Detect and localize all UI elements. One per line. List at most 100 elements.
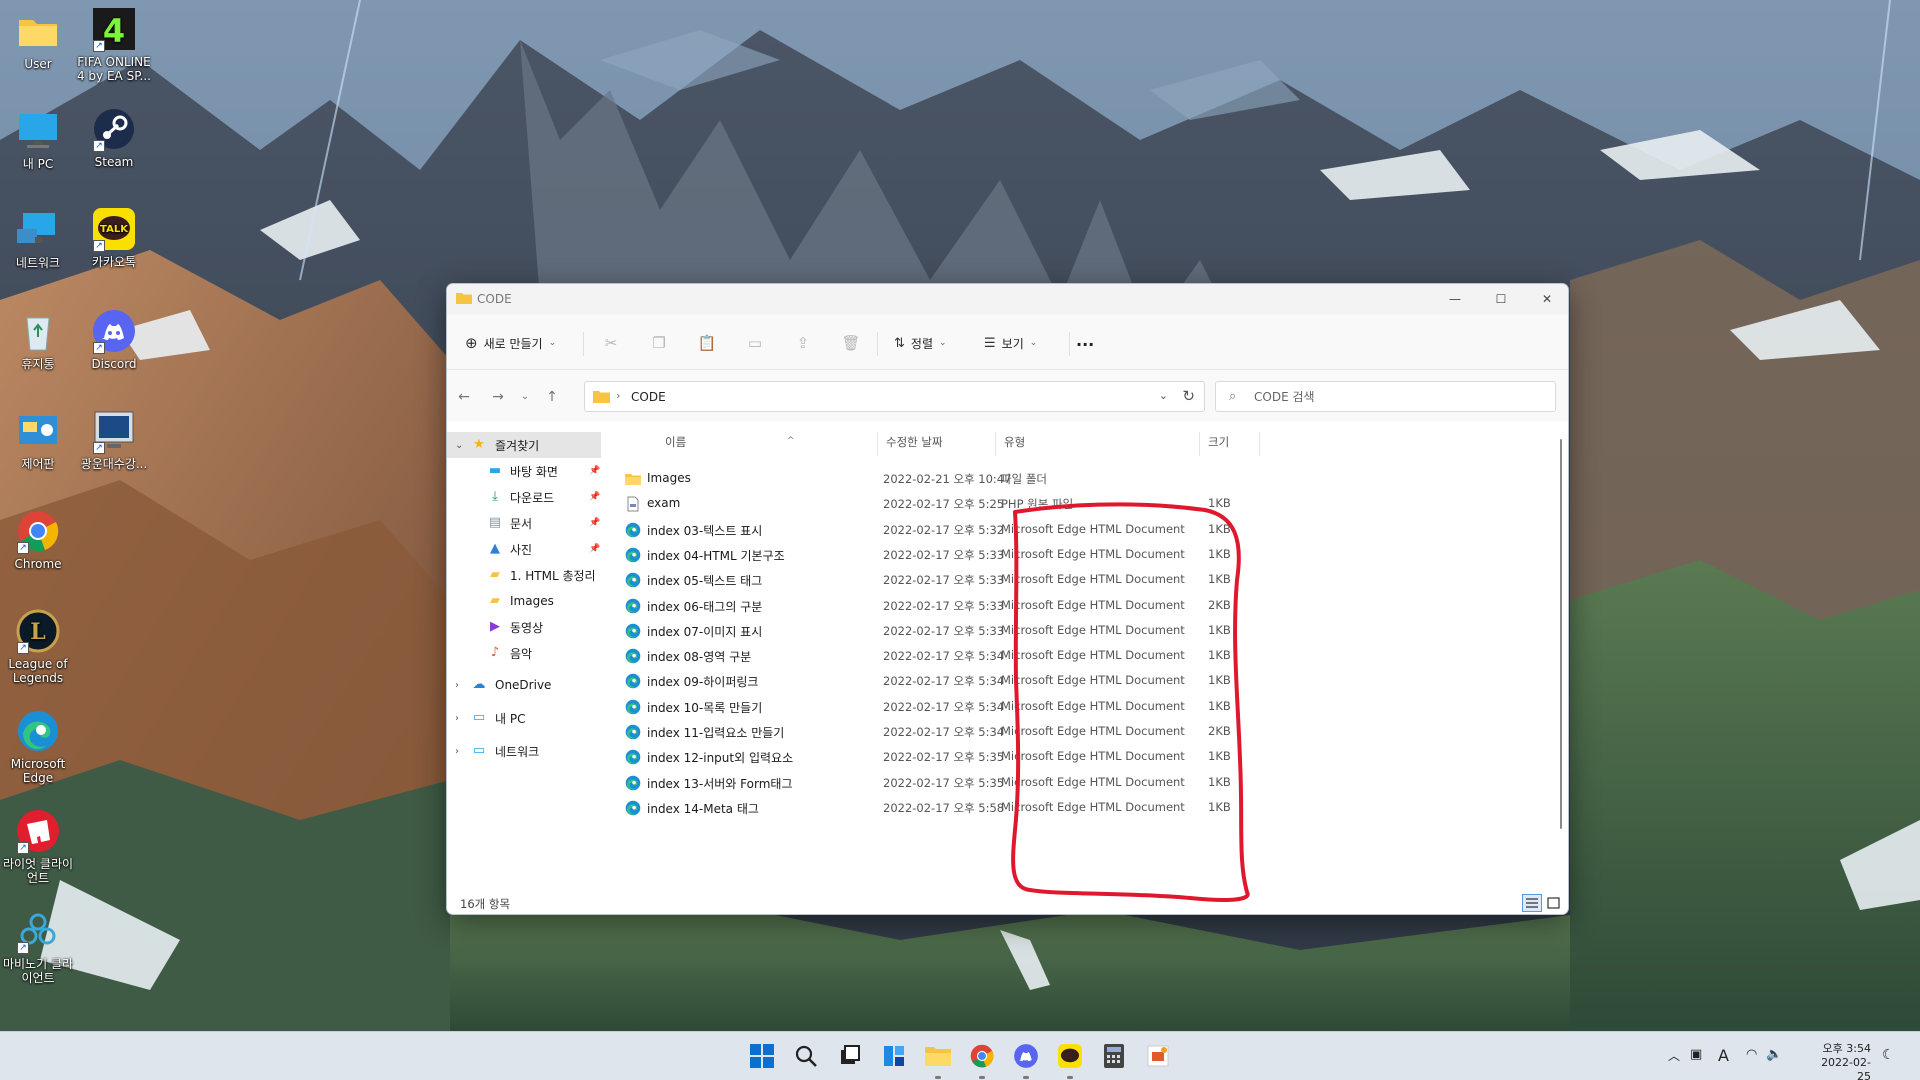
wifi-icon[interactable]: ◠ (1746, 1047, 1757, 1062)
maximize-icon: ☐ (1495, 292, 1507, 306)
paste-icon[interactable]: 📋 (697, 333, 717, 353)
up-button[interactable]: ↑ (541, 386, 563, 408)
new-button[interactable]: ⊕ 새로 만들기 ⌄ (465, 329, 556, 357)
shortcut-arrow-icon: ↗ (17, 642, 29, 654)
delete-icon[interactable]: 🗑 (841, 333, 861, 353)
edge-icon (15, 708, 61, 754)
folder-icon (593, 391, 610, 403)
file-name: index 06-태그의 구분 (647, 599, 763, 614)
desktop-icon-steam[interactable]: ↗ Steam (76, 106, 152, 169)
desktop-icon-league-of-legends[interactable]: L ↗ League of Legends (0, 608, 76, 685)
file-row[interactable]: index 07-이미지 표시 2022-02-17 오후 5:33 Microso… (607, 618, 1307, 643)
sidebar-item[interactable]: ⌄ ★ 즐겨찾기 (447, 432, 601, 458)
sidebar-item[interactable]: ▶ 동영상 (447, 614, 601, 640)
desktop-icon-fifa-online[interactable]: 4 ↗ FIFA ONLINE 4 by EA SP... (76, 6, 152, 83)
file-row[interactable]: index 11-입력요소 만들기 2022-02-17 오후 5:34 Micro… (607, 719, 1307, 744)
vertical-scrollbar[interactable] (1560, 439, 1562, 829)
sidebar-item[interactable]: ▬ 바탕 화면 📌 (447, 458, 601, 484)
input-method-indicator[interactable]: A (1718, 1046, 1729, 1065)
title-bar[interactable]: CODE — ☐ ✕ (447, 284, 1568, 314)
desktop-icon-chrome[interactable]: ↗ Chrome (0, 508, 76, 571)
column-header-name[interactable]: 이름 ^ (665, 434, 795, 454)
view-button[interactable]: ☰ 보기 ⌄ (984, 329, 1037, 357)
tiles-view-button[interactable] (1544, 894, 1564, 912)
maximize-button[interactable]: ☐ (1478, 284, 1524, 314)
sidebar-item[interactable]: ⤓ 다운로드 📌 (447, 484, 601, 510)
sidebar-item[interactable]: ▰ Images (447, 588, 601, 614)
address-bar[interactable]: › CODE ⌄ ↻ (584, 381, 1205, 412)
file-row[interactable]: index 10-목록 만들기 2022-02-17 오후 5:34 Microso… (607, 694, 1307, 719)
file-row[interactable]: index 05-텍스트 태그 2022-02-17 오후 5:33 Microso… (607, 567, 1307, 592)
desktop-icon-recycle-bin[interactable]: 휴지통 (0, 308, 76, 371)
recent-locations-button[interactable]: ⌄ (514, 386, 536, 408)
star-icon: ★ (473, 437, 485, 452)
file-type: Microsoft Edge HTML Document (1001, 774, 1185, 789)
column-header-type[interactable]: 유형 (1004, 434, 1025, 454)
desktop-icon-control-panel[interactable]: 제어판 (0, 408, 76, 471)
file-row[interactable]: Images 2022-02-21 오후 10:47 파일 폴더 (607, 466, 1307, 491)
desktop-icon-kwangwoon[interactable]: ↗ 광운대수강... (76, 408, 152, 471)
desktop-icon-this-pc[interactable]: 내 PC (0, 108, 76, 171)
share-icon[interactable]: ⇪ (793, 333, 813, 353)
column-header-date[interactable]: 수정한 날짜 (886, 434, 943, 454)
back-button[interactable]: ← (453, 386, 475, 408)
details-view-button[interactable] (1522, 894, 1542, 912)
file-row[interactable]: index 13-서버와 Form태그 2022-02-17 오후 5:35 Mic… (607, 770, 1307, 795)
chevron-right-icon[interactable]: › (455, 680, 459, 691)
volume-icon[interactable]: 🔈 (1766, 1047, 1782, 1062)
refresh-icon[interactable]: ↻ (1182, 387, 1195, 405)
sort-button[interactable]: ⇅ 정렬 ⌄ (894, 329, 947, 357)
more-options-button[interactable]: ... (1076, 326, 1094, 354)
clock-date: 2022-02-25 (1821, 1056, 1871, 1080)
file-row[interactable]: index 06-태그의 구분 2022-02-17 오후 5:33 Microso… (607, 593, 1307, 618)
file-row[interactable]: exam 2022-02-17 오후 5:25 PHP 원본 파일 1KB (607, 491, 1307, 516)
chevron-right-icon[interactable]: › (455, 746, 459, 757)
file-name: index 04-HTML 기본구조 (647, 548, 785, 563)
file-date: 2022-02-17 오후 5:35 (883, 775, 1005, 790)
desktop-icon-label: 마비노기 클라이언트 (2, 957, 74, 985)
edge-icon (625, 673, 641, 689)
sidebar-item[interactable]: › ▭ 네트워크 (447, 738, 601, 764)
desktop-icon-riot-client[interactable]: ↗ 라이엇 클라이언트 (0, 808, 76, 885)
chevron-right-icon[interactable]: › (455, 713, 459, 724)
column-header-size[interactable]: 크기 (1208, 434, 1229, 454)
desktop-icon-network[interactable]: 네트워크 (0, 207, 76, 270)
sidebar-item[interactable]: ▲ 사진 📌 (447, 536, 601, 562)
sidebar-item-label: 즐겨찾기 (495, 438, 540, 453)
desktop-icon-mabinogi-client[interactable]: ↗ 마비노기 클라이언트 (0, 908, 76, 985)
forward-button[interactable]: → (487, 386, 509, 408)
rename-icon[interactable]: ▭ (745, 333, 765, 353)
chevron-down-icon[interactable]: ⌄ (455, 440, 463, 451)
desktop-icon-kakaotalk[interactable]: TALK ↗ 카카오톡 (76, 206, 152, 269)
notification-icon[interactable]: ☾ (1882, 1047, 1895, 1063)
desktop-icon-label: Microsoft Edge (10, 757, 66, 785)
sidebar-item[interactable]: ▤ 문서 📌 (447, 510, 601, 536)
desktop-icon-edge[interactable]: Microsoft Edge (0, 708, 76, 785)
clock[interactable]: 오후 3:54 2022-02-25 (1811, 1042, 1871, 1080)
taskbar: ︿ ▣ A ◠ 🔈 오후 3:54 2022-02-25 ☾ (0, 1031, 1920, 1080)
file-row[interactable]: index 03-텍스트 표시 2022-02-17 오후 5:32 Microso… (607, 517, 1307, 542)
sidebar-item[interactable]: › ☁ OneDrive (447, 672, 601, 698)
tray-app-icon[interactable]: ▣ (1690, 1047, 1702, 1062)
sidebar-item[interactable]: ♪ 음악 (447, 640, 601, 666)
desktop-icon-discord[interactable]: ↗ Discord (76, 308, 152, 371)
chevron-down-icon[interactable]: ⌄ (1159, 389, 1168, 402)
file-row[interactable]: index 12-input외 입력요소 2022-02-17 오후 5:35 Mi… (607, 744, 1307, 769)
folder-icon (456, 293, 472, 304)
file-row[interactable]: index 08-영역 구분 2022-02-17 오후 5:34 Microsof… (607, 643, 1307, 668)
file-row[interactable]: index 04-HTML 기본구조 2022-02-17 오후 5:33 Micr… (607, 542, 1307, 567)
close-button[interactable]: ✕ (1524, 284, 1568, 314)
file-row[interactable]: index 09-하이퍼링크 2022-02-17 오후 5:34 Microsof… (607, 668, 1307, 693)
cut-icon[interactable]: ✂ (601, 333, 621, 353)
minimize-button[interactable]: — (1432, 284, 1478, 314)
desktop-icon-user[interactable]: User (0, 8, 76, 71)
file-row[interactable]: index 14-Meta 태그 2022-02-17 오후 5:58 Micros… (607, 795, 1307, 820)
sidebar-item[interactable]: ▰ 1. HTML 총정리 (447, 562, 601, 588)
breadcrumb-code[interactable]: CODE (631, 390, 666, 404)
sidebar-item[interactable]: › ▭ 내 PC (447, 705, 601, 731)
search-input[interactable] (1254, 388, 1534, 406)
copy-icon[interactable]: ❐ (649, 333, 669, 353)
file-explorer-window[interactable]: CODE — ☐ ✕ ⊕ 새로 만들기 ⌄ ✂ ❐ 📋 ▭ ⇪ 🗑 ⇅ 정렬 ⌄… (446, 283, 1569, 915)
search-box[interactable]: ⌕ (1215, 381, 1556, 412)
chevron-up-icon[interactable]: ︿ (1668, 1047, 1680, 1064)
